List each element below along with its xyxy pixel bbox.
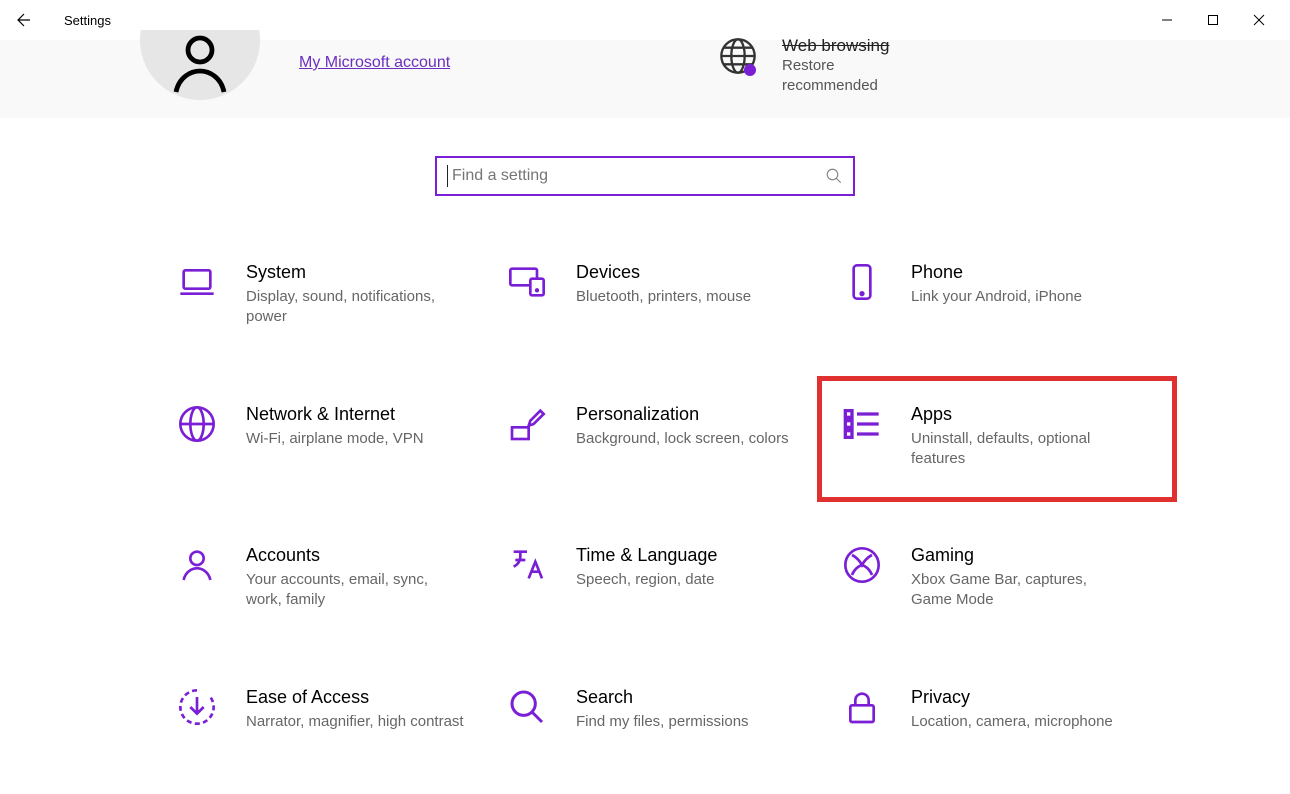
- window-title: Settings: [64, 13, 111, 28]
- category-desc: Wi-Fi, airplane mode, VPN: [246, 429, 424, 449]
- globe-icon: [718, 36, 758, 76]
- category-title: Privacy: [911, 687, 1113, 708]
- category-ease-of-access[interactable]: Ease of Access Narrator, magnifier, high …: [170, 681, 500, 738]
- devices-icon: [506, 262, 548, 304]
- avatar-clip: [140, 30, 260, 110]
- category-phone[interactable]: Phone Link your Android, iPhone: [835, 256, 1205, 334]
- category-title: Network & Internet: [246, 404, 424, 425]
- pen-icon: [506, 404, 548, 446]
- avatar: [140, 30, 260, 100]
- category-gaming[interactable]: Gaming Xbox Game Bar, captures, Game Mode: [835, 539, 1205, 617]
- laptop-icon: [176, 262, 218, 304]
- category-desc: Speech, region, date: [576, 570, 717, 590]
- category-system[interactable]: System Display, sound, notifications, pow…: [170, 256, 500, 334]
- category-network[interactable]: Network & Internet Wi-Fi, airplane mode, …: [170, 398, 500, 476]
- category-title: Gaming: [911, 545, 1131, 566]
- category-desc: Background, lock screen, colors: [576, 429, 789, 449]
- category-title: System: [246, 262, 466, 283]
- category-title: Accounts: [246, 545, 466, 566]
- web-browsing-title: Web browsing: [782, 36, 889, 56]
- back-arrow-icon: [15, 11, 33, 29]
- text-caret: [447, 165, 448, 187]
- category-desc: Your accounts, email, sync, work, family: [246, 570, 466, 611]
- category-desc: Bluetooth, printers, mouse: [576, 287, 751, 307]
- back-button[interactable]: [8, 4, 40, 36]
- search-icon: [825, 167, 843, 185]
- category-time-language[interactable]: Time & Language Speech, region, date: [500, 539, 835, 617]
- category-title: Apps: [911, 404, 1131, 425]
- xbox-icon: [841, 545, 883, 587]
- phone-icon: [841, 262, 883, 304]
- category-desc: Narrator, magnifier, high contrast: [246, 712, 464, 732]
- apps-list-icon: [841, 404, 883, 446]
- close-icon: [1253, 14, 1265, 26]
- category-title: Personalization: [576, 404, 789, 425]
- person-icon: [176, 545, 218, 587]
- web-browsing-status[interactable]: Web browsing Restore recommended: [718, 36, 889, 95]
- web-browsing-line1: Restore: [782, 56, 889, 76]
- category-privacy[interactable]: Privacy Location, camera, microphone: [835, 681, 1205, 738]
- category-desc: Display, sound, notifications, power: [246, 287, 466, 328]
- web-browsing-line2: recommended: [782, 76, 889, 96]
- web-browsing-text: Web browsing Restore recommended: [782, 36, 889, 95]
- category-desc: Location, camera, microphone: [911, 712, 1113, 732]
- close-button[interactable]: [1236, 4, 1282, 36]
- category-desc: Link your Android, iPhone: [911, 287, 1082, 307]
- categories-grid: System Display, sound, notifications, pow…: [0, 196, 1290, 738]
- category-title: Ease of Access: [246, 687, 464, 708]
- maximize-icon: [1207, 14, 1219, 26]
- category-personalization[interactable]: Personalization Background, lock screen, …: [500, 398, 835, 476]
- search-box[interactable]: [435, 156, 855, 196]
- category-title: Time & Language: [576, 545, 717, 566]
- category-accounts[interactable]: Accounts Your accounts, email, sync, work…: [170, 539, 500, 617]
- titlebar-left: Settings: [8, 4, 111, 36]
- maximize-button[interactable]: [1190, 4, 1236, 36]
- language-icon: [506, 545, 548, 587]
- category-desc: Find my files, permissions: [576, 712, 749, 732]
- category-search[interactable]: Search Find my files, permissions: [500, 681, 835, 738]
- category-title: Devices: [576, 262, 751, 283]
- search-icon: [506, 687, 548, 729]
- microsoft-account-link[interactable]: My Microsoft account: [299, 54, 450, 72]
- ease-of-access-icon: [176, 687, 218, 729]
- search-input[interactable]: [452, 167, 825, 185]
- category-apps[interactable]: Apps Uninstall, defaults, optional featur…: [835, 398, 1205, 476]
- category-desc: Xbox Game Bar, captures, Game Mode: [911, 570, 1131, 611]
- status-dot-icon: [744, 64, 756, 76]
- minimize-icon: [1161, 14, 1173, 26]
- account-status-band: My Microsoft account Web browsing Restor…: [0, 40, 1290, 118]
- person-icon: [164, 30, 236, 98]
- category-title: Phone: [911, 262, 1082, 283]
- globe-icon: [176, 404, 218, 446]
- lock-icon: [841, 687, 883, 729]
- window-controls: [1144, 4, 1282, 36]
- category-title: Search: [576, 687, 749, 708]
- minimize-button[interactable]: [1144, 4, 1190, 36]
- category-desc: Uninstall, defaults, optional features: [911, 429, 1131, 470]
- search-container: [0, 156, 1290, 196]
- category-devices[interactable]: Devices Bluetooth, printers, mouse: [500, 256, 835, 334]
